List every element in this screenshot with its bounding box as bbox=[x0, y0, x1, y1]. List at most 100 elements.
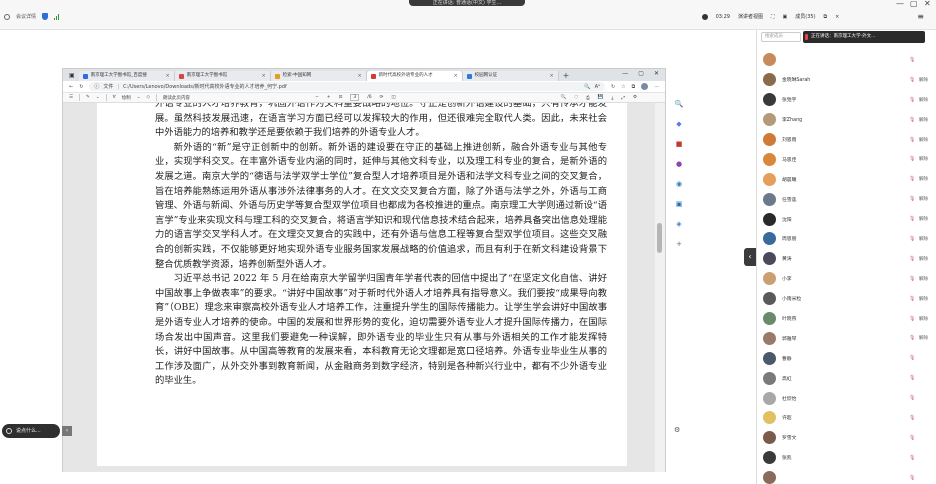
pdf-scrollbar[interactable] bbox=[655, 103, 665, 472]
sidebar-outlook-icon[interactable]: ▣ bbox=[676, 200, 683, 208]
browser-tab-1[interactable]: 南京理工大学图书馆 × bbox=[174, 71, 271, 81]
close-tab-icon[interactable]: × bbox=[549, 71, 553, 81]
mic-muted-icon[interactable]: 🎙 bbox=[909, 475, 915, 481]
browser-tab-2[interactable]: 检索-中国知网 × bbox=[270, 71, 367, 81]
participant-action-label[interactable]: 解除 bbox=[919, 236, 928, 242]
meeting-info-label[interactable]: 会议详情 bbox=[16, 13, 36, 20]
participant-row[interactable]: 马思佳 🎙 解除 bbox=[757, 149, 936, 169]
search-icon[interactable]: 🔍 bbox=[561, 95, 567, 100]
save-as-icon[interactable]: ⤓ bbox=[611, 95, 613, 101]
participant-action-label[interactable]: 解除 bbox=[919, 196, 928, 202]
view-mode-button[interactable]: 演讲者视图 bbox=[738, 13, 763, 20]
mic-muted-icon[interactable]: 🎙 bbox=[909, 77, 915, 83]
sidebar-add-icon[interactable]: + bbox=[676, 240, 682, 248]
participant-row[interactable]: 张凯 🎙 bbox=[757, 448, 936, 468]
settings-icon[interactable]: ⚙ bbox=[633, 95, 637, 100]
participant-row[interactable]: 小李 🎙 解除 bbox=[757, 269, 936, 289]
participant-row[interactable]: 🎙 bbox=[757, 50, 936, 70]
pdf-scroll-thumb[interactable] bbox=[657, 223, 662, 253]
mic-muted-icon[interactable]: 🎙 bbox=[909, 216, 915, 222]
meeting-info-icon[interactable] bbox=[4, 13, 10, 20]
browser-tab-4[interactable]: 校园网认证 × bbox=[462, 71, 559, 81]
participant-action-label[interactable]: 解除 bbox=[919, 97, 928, 103]
sidebar-people-icon[interactable]: ● bbox=[676, 160, 682, 168]
zoom-icon[interactable]: 🔍 bbox=[584, 84, 590, 90]
close-tab-icon[interactable]: × bbox=[357, 71, 361, 81]
participant-row[interactable]: 罗雪文 🎙 bbox=[757, 428, 936, 448]
browser-close-button[interactable]: ✕ bbox=[654, 70, 659, 77]
mic-muted-icon[interactable]: 🎙 bbox=[909, 316, 915, 322]
collapse-panel-button[interactable]: ‹ bbox=[744, 248, 756, 266]
shield-icon[interactable] bbox=[42, 13, 49, 20]
mic-muted-icon[interactable]: 🎙 bbox=[909, 435, 915, 441]
browser-settings-icon[interactable]: ⚙ bbox=[674, 426, 680, 434]
mic-muted-icon[interactable]: 🎙 bbox=[909, 276, 915, 282]
participant-row[interactable]: 沈阳 🎙 解除 bbox=[757, 209, 936, 229]
participant-row[interactable]: 任雪莲 🎙 解除 bbox=[757, 189, 936, 209]
rotate-icon[interactable]: ⟳ bbox=[380, 95, 384, 100]
close-panel-button[interactable]: × bbox=[835, 14, 839, 20]
zoom-in-button[interactable]: + bbox=[327, 95, 331, 100]
participant-row[interactable]: 黄涛 🎙 解除 bbox=[757, 249, 936, 269]
participant-action-label[interactable]: 解除 bbox=[919, 137, 928, 143]
participant-row[interactable]: 杜欣怡 🎙 bbox=[757, 388, 936, 408]
participant-row[interactable]: 胡晨曦 🎙 解除 bbox=[757, 169, 936, 189]
sidebar-search-icon[interactable]: 🔍 bbox=[675, 100, 684, 108]
mic-muted-icon[interactable]: 🎙 bbox=[909, 137, 915, 143]
participant-row[interactable]: 周思丽 🎙 解除 bbox=[757, 229, 936, 249]
mic-muted-icon[interactable]: 🎙 bbox=[909, 176, 915, 182]
popout-icon[interactable]: ⧉ bbox=[824, 14, 828, 20]
participants-button[interactable]: 成员(35) bbox=[795, 13, 815, 20]
participant-row[interactable]: 🎙 bbox=[757, 468, 936, 484]
tab-actions-icon[interactable]: ▣ bbox=[69, 71, 75, 81]
mic-muted-icon[interactable]: 🎙 bbox=[909, 156, 915, 162]
network-signal-icon[interactable] bbox=[54, 13, 60, 20]
more-icon[interactable]: ··· bbox=[654, 84, 659, 90]
browser-tab-3[interactable]: 新时代高校外语专业的人才 × bbox=[366, 71, 463, 81]
reload-icon[interactable]: ↻ bbox=[79, 84, 83, 90]
fullscreen-icon[interactable]: ⛶ bbox=[771, 14, 775, 20]
participant-row[interactable]: 李Zhang 🎙 解除 bbox=[757, 110, 936, 130]
sidebar-office-icon[interactable]: ◉ bbox=[676, 180, 682, 188]
page-view-icon[interactable]: ◫ bbox=[391, 95, 395, 100]
read-mode-icon[interactable]: Aᵃ bbox=[595, 84, 600, 90]
mic-muted-icon[interactable]: 🎙 bbox=[909, 296, 915, 302]
participant-row[interactable]: 小雨米粒 🎙 解除 bbox=[757, 289, 936, 309]
favorite-icon[interactable]: ☆ bbox=[621, 84, 625, 90]
mic-muted-icon[interactable]: 🎙 bbox=[909, 335, 915, 341]
close-window-button[interactable]: ✕ bbox=[924, 0, 931, 8]
mic-muted-icon[interactable]: 🎙 bbox=[909, 256, 915, 262]
participant-row[interactable]: 许超 🎙 bbox=[757, 408, 936, 428]
browser-tab-0[interactable]: 南京理工大学图书馆_百度搜 × bbox=[78, 71, 175, 81]
participant-row[interactable]: 张弛宇 🎙 解除 bbox=[757, 90, 936, 110]
read-aloud-button[interactable]: 朗读此页内容 bbox=[163, 95, 190, 101]
participant-action-label[interactable]: 解除 bbox=[919, 216, 928, 222]
layout-icon[interactable]: ▣ bbox=[783, 14, 788, 20]
participant-row[interactable]: 叶晓燕 🎙 解除 bbox=[757, 309, 936, 329]
participant-search-input[interactable]: 搜索成员 bbox=[761, 32, 801, 42]
back-icon[interactable]: ← bbox=[69, 84, 73, 90]
refresh-icon[interactable]: ↻ bbox=[611, 84, 615, 90]
mic-muted-icon[interactable]: 🎙 bbox=[909, 355, 915, 361]
mic-muted-icon[interactable]: 🎙 bbox=[909, 375, 915, 381]
participant-row[interactable]: 刘思雨 🎙 解除 bbox=[757, 130, 936, 150]
sidebar-tag-icon[interactable]: ◆ bbox=[676, 120, 681, 128]
print-icon[interactable]: ⎙ bbox=[586, 95, 590, 101]
mic-muted-icon[interactable]: 🎙 bbox=[909, 196, 915, 202]
browser-maximize-button[interactable]: ▢ bbox=[638, 70, 644, 77]
zoom-out-button[interactable]: − bbox=[315, 95, 319, 100]
pdf-viewport[interactable]: 外语专业的人才培养教育，巩固外语作为文科重要战略的地位。守正是创新外语建设的基础… bbox=[63, 103, 657, 472]
participant-action-label[interactable]: 解除 bbox=[919, 316, 928, 322]
participant-action-label[interactable]: 解除 bbox=[919, 156, 928, 162]
participant-action-label[interactable]: 解除 bbox=[919, 176, 928, 182]
participant-action-label[interactable]: 解除 bbox=[919, 335, 928, 341]
mic-muted-icon[interactable]: 🎙 bbox=[909, 236, 915, 242]
minimize-button[interactable]: — bbox=[896, 0, 904, 8]
close-tab-icon[interactable]: × bbox=[165, 71, 169, 81]
info-icon[interactable]: ⓘ bbox=[94, 83, 99, 90]
sidebar-bing-icon[interactable]: ◈ bbox=[676, 220, 681, 228]
new-tab-button[interactable]: + bbox=[563, 71, 570, 81]
chat-input-hint[interactable]: 说点什么... bbox=[2, 424, 60, 438]
mic-muted-icon[interactable]: 🎙 bbox=[909, 415, 915, 421]
sidebar-bag-icon[interactable]: ■ bbox=[676, 140, 683, 148]
